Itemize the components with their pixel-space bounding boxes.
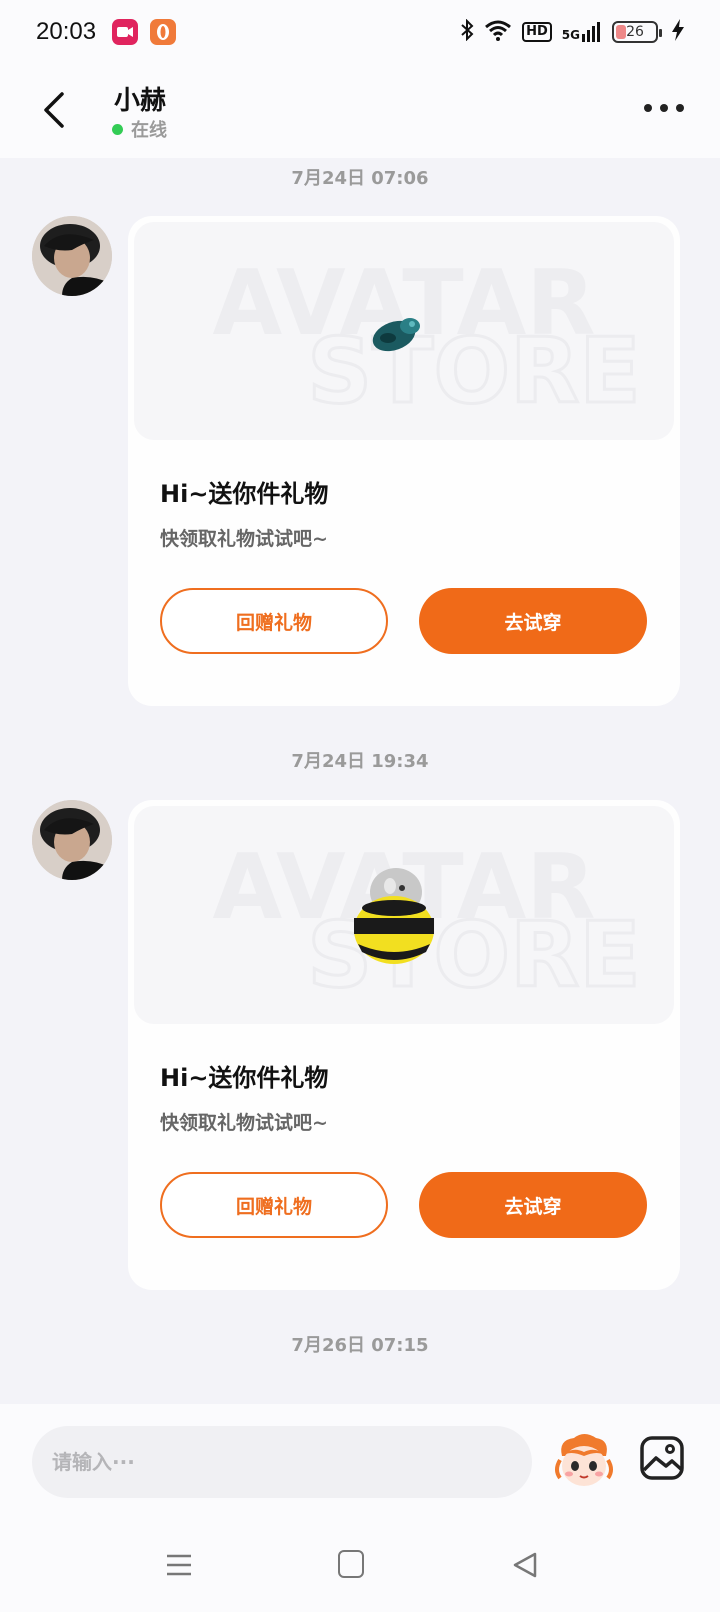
card-title: Hi~送你件礼物 [160, 1064, 329, 1092]
message-input[interactable] [32, 1426, 532, 1498]
bee-costume-gift-icon [354, 868, 434, 964]
wifi-icon [484, 19, 512, 45]
system-navbar [0, 1524, 720, 1612]
try-on-button[interactable]: 去试穿 [419, 588, 647, 654]
card-subtitle: 快领取礼物试试吧~ [160, 1112, 328, 1134]
contact-avatar[interactable] [32, 800, 112, 880]
battery-level: 26 [626, 24, 644, 40]
svg-text:STORE: STORE [307, 319, 641, 424]
app-notification-icon [150, 19, 177, 45]
more-dots-icon [644, 104, 652, 112]
return-gift-button[interactable]: 回赠礼物 [160, 1172, 388, 1238]
bluetooth-icon [460, 18, 474, 45]
card-subtitle: 快领取礼物试试吧~ [160, 528, 328, 550]
gift-card: AVATAR STORE Hi~送你件礼物 快领取礼物试试吧~ 回赠礼物 去试穿 [128, 216, 680, 706]
mascot-icon [555, 1434, 613, 1486]
online-label: 在线 [131, 120, 167, 141]
chat-header: 小赫 在线 [0, 64, 720, 158]
chevron-left-icon [44, 92, 64, 128]
online-status: 在线 [112, 116, 167, 142]
network-type: 5G [561, 28, 580, 42]
gift-image: AVATAR STORE [134, 222, 674, 440]
return-gift-button[interactable]: 回赠礼物 [160, 588, 388, 654]
message-timestamp: 7月26日 07:15 [291, 1335, 429, 1356]
try-on-button[interactable]: 去试穿 [419, 1172, 647, 1238]
pacifier-gift-icon [372, 318, 420, 352]
charging-icon [672, 19, 684, 45]
system-back-button[interactable] [510, 1550, 540, 1580]
contact-name: 小赫 [114, 86, 167, 116]
recent-apps-button[interactable] [164, 1550, 194, 1580]
home-button[interactable] [338, 1550, 364, 1578]
online-dot [112, 123, 123, 135]
status-bar: 20:03 HD 5G 26 [0, 0, 720, 64]
contact-avatar[interactable] [32, 216, 112, 296]
image-icon [640, 1436, 684, 1480]
video-app-icon [112, 19, 139, 45]
message-input-bar [0, 1404, 720, 1524]
message-timestamp: 7月24日 07:06 [291, 168, 429, 189]
mascot-sticker-button[interactable] [554, 1430, 614, 1490]
status-time: 20:03 [36, 18, 97, 45]
menu-icon [167, 1554, 191, 1576]
more-options-button[interactable] [644, 96, 684, 120]
back-button[interactable] [36, 88, 72, 132]
message-timestamp: 7月24日 19:34 [291, 751, 429, 772]
signal-icon: 5G [562, 22, 602, 42]
back-triangle-icon [513, 1552, 537, 1578]
hd-badge: HD [522, 22, 552, 42]
card-title: Hi~送你件礼物 [160, 480, 329, 508]
image-picker-button[interactable] [638, 1434, 686, 1482]
gift-card: AVATAR STORE Hi~送你件礼物 快领取礼物试试吧~ 回赠礼物 去试穿 [128, 800, 680, 1290]
battery-icon: 26 [612, 21, 662, 43]
gift-image: AVATAR STORE [134, 806, 674, 1024]
